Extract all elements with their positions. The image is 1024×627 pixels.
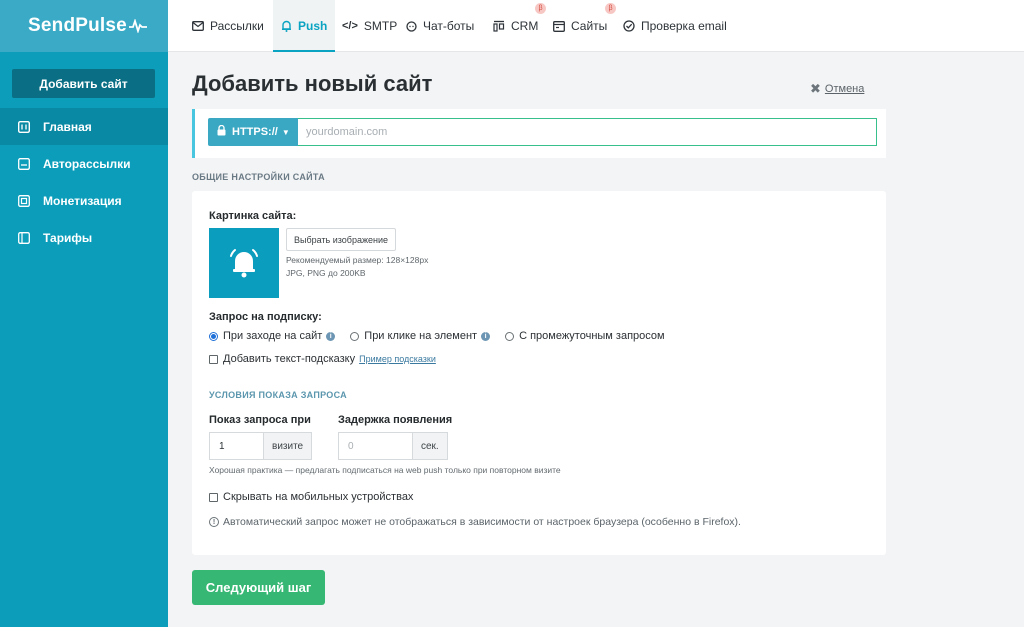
- radio-label: При заходе на сайт: [223, 330, 323, 342]
- choose-image-button[interactable]: Выбрать изображение: [286, 228, 397, 251]
- tab-chatbots[interactable]: Чат-боты: [406, 0, 474, 52]
- radio-on-visit[interactable]: При заходе на сайт i: [209, 330, 336, 342]
- allowed-formats: JPG, PNG до 200KB: [286, 268, 366, 278]
- home-icon: [17, 120, 31, 134]
- settings-card: Картинка сайта: Выбрать изображение Реко…: [192, 191, 886, 555]
- sidebar-item-monetization[interactable]: Монетизация: [0, 182, 168, 219]
- show-on-label: Показ запроса при: [209, 414, 311, 426]
- tab-label: Сайты: [571, 19, 608, 33]
- info-icon[interactable]: i: [481, 331, 491, 341]
- section-general-label: ОБЩИЕ НАСТРОЙКИ САЙТА: [192, 172, 325, 182]
- browser-note-text: Автоматический запрос может не отображат…: [223, 516, 741, 528]
- hint-checkbox[interactable]: [209, 354, 218, 364]
- crm-icon: [493, 20, 505, 32]
- code-icon: </>: [342, 20, 358, 32]
- sidebar-item-label: Монетизация: [43, 193, 122, 208]
- domain-panel: HTTPS:// ▼: [192, 109, 886, 158]
- delay-label: Задержка появления: [338, 414, 453, 426]
- top-nav: Рассылки Push </> SMTP Чат-боты CRM β Са…: [168, 0, 1024, 52]
- next-step-button[interactable]: Следующий шаг: [192, 570, 325, 605]
- protocol-label: HTTPS://: [232, 126, 278, 138]
- delay-stepper: 0 сек.: [338, 432, 448, 460]
- visit-count-input[interactable]: 1: [209, 432, 263, 460]
- tab-email-verification[interactable]: Проверка email: [623, 0, 727, 52]
- best-practice-hint: Хорошая практика — предлагать подписатьс…: [209, 465, 561, 475]
- sidebar-item-home[interactable]: Главная: [0, 108, 168, 145]
- visit-unit: визите: [263, 432, 313, 460]
- hide-mobile-option[interactable]: Скрывать на мобильных устройствах: [209, 491, 413, 503]
- radio-button[interactable]: [209, 331, 218, 341]
- cancel-label: Отмена: [824, 83, 865, 95]
- tab-label: Проверка email: [641, 19, 727, 33]
- page-title: Добавить новый сайт: [192, 71, 433, 96]
- site-image-label: Картинка сайта:: [209, 210, 297, 222]
- hint-checkbox-label: Добавить текст-подсказку: [223, 353, 356, 365]
- cancel-link[interactable]: ✖ Отмена: [810, 81, 864, 97]
- tab-smtp[interactable]: </> SMTP: [342, 0, 397, 52]
- tariff-icon: [17, 231, 31, 245]
- tab-label: SMTP: [363, 19, 398, 33]
- info-icon: !: [209, 517, 219, 527]
- monetization-icon: [17, 194, 31, 208]
- add-site-button[interactable]: Добавить сайт: [12, 69, 155, 98]
- tab-push[interactable]: Push: [273, 0, 336, 52]
- automation-icon: [17, 157, 31, 171]
- radio-button[interactable]: [350, 331, 360, 341]
- bell-icon: [230, 249, 258, 278]
- pulse-icon: [128, 19, 147, 33]
- sidebar-item-label: Главная: [43, 119, 92, 134]
- delay-input[interactable]: 0: [338, 432, 412, 460]
- hint-text-option[interactable]: Добавить текст-подсказку Пример подсказк…: [209, 353, 436, 365]
- sidebar-nav: Главная Авторассылки Монетизация Тарифы: [0, 108, 168, 256]
- site-icon: [553, 20, 565, 32]
- tab-label: Рассылки: [210, 19, 264, 33]
- visit-count-stepper: 1 визите: [209, 432, 313, 460]
- hide-mobile-checkbox[interactable]: [209, 492, 218, 502]
- radio-button[interactable]: [505, 331, 515, 341]
- conditions-label: УСЛОВИЯ ПОКАЗА ЗАПРОСА: [209, 390, 347, 400]
- beta-badge: β: [535, 3, 546, 14]
- chevron-down-icon: ▼: [281, 127, 290, 137]
- protocol-dropdown[interactable]: HTTPS:// ▼: [208, 118, 298, 146]
- logo-text: SendPulse: [28, 15, 127, 36]
- tab-sites[interactable]: Сайты β: [553, 0, 616, 52]
- recommended-size: Рекомендуемый размер: 128×128px: [286, 255, 429, 265]
- info-icon[interactable]: i: [326, 331, 336, 341]
- domain-input[interactable]: [298, 118, 877, 146]
- logo[interactable]: SendPulse: [0, 0, 168, 52]
- hide-mobile-label: Скрывать на мобильных устройствах: [223, 491, 414, 503]
- sidebar-item-automation[interactable]: Авторассылки: [0, 145, 168, 182]
- subscribe-radio-group: При заходе на сайт i При клике на элемен…: [209, 330, 680, 342]
- lock-icon: [217, 124, 226, 139]
- site-image-preview[interactable]: [209, 228, 279, 298]
- tab-crm[interactable]: CRM β: [493, 0, 546, 52]
- bell-icon: [281, 20, 292, 32]
- tab-label: Чат-боты: [423, 19, 475, 33]
- radio-on-click[interactable]: При клике на элемент i: [350, 330, 491, 342]
- tab-label: CRM: [511, 19, 539, 33]
- radio-label: С промежуточным запросом: [519, 330, 665, 342]
- beta-badge: β: [605, 3, 616, 14]
- hint-example-link[interactable]: Пример подсказки: [359, 354, 436, 364]
- radio-label: При клике на элемент: [364, 330, 478, 342]
- browser-note: ! Автоматический запрос может не отображ…: [209, 516, 741, 528]
- check-icon: [623, 20, 635, 32]
- close-icon: ✖: [810, 81, 821, 96]
- sidebar-item-label: Тарифы: [43, 230, 93, 245]
- subscribe-request-label: Запрос на подписку:: [209, 311, 322, 323]
- radio-intermediate[interactable]: С промежуточным запросом: [505, 330, 665, 342]
- mail-icon: [192, 21, 204, 31]
- sidebar-item-tariffs[interactable]: Тарифы: [0, 219, 168, 256]
- sidebar: SendPulse Добавить сайт Главная Авторасс…: [0, 0, 168, 627]
- sidebar-item-label: Авторассылки: [43, 156, 131, 171]
- delay-unit: сек.: [412, 432, 448, 460]
- tab-label: Push: [298, 19, 328, 33]
- chat-icon: [406, 20, 417, 32]
- tab-mailings[interactable]: Рассылки: [192, 0, 264, 52]
